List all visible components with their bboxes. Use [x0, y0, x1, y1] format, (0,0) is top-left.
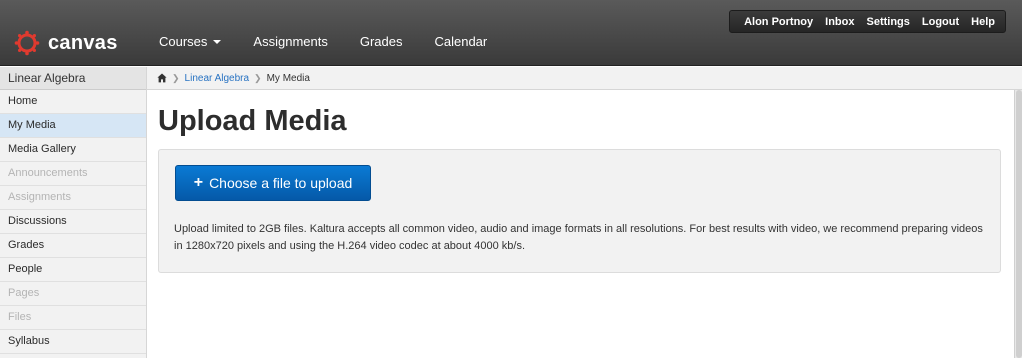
inbox-link[interactable]: Inbox: [825, 16, 854, 28]
menu-calendar[interactable]: Calendar: [434, 34, 487, 49]
plus-icon: +: [193, 174, 204, 191]
sidebar-item-files: Files: [0, 306, 146, 330]
canvas-logo-icon: [14, 30, 40, 56]
sidebar-item-grades[interactable]: Grades: [0, 234, 146, 258]
sidebar-item-assignments: Assignments: [0, 186, 146, 210]
breadcrumb-course-link[interactable]: Linear Algebra: [185, 73, 250, 84]
course-title[interactable]: Linear Algebra: [0, 67, 146, 90]
menu-grades[interactable]: Grades: [360, 34, 403, 49]
sidebar-item-pages: Pages: [0, 282, 146, 306]
sidebar-item-media-gallery[interactable]: Media Gallery: [0, 138, 146, 162]
breadcrumb-current: My Media: [266, 72, 310, 84]
menu-courses[interactable]: Courses: [159, 34, 222, 49]
page-title: Upload Media: [158, 105, 347, 137]
choose-file-button[interactable]: + Choose a file to upload: [175, 165, 371, 201]
course-sidebar: Linear Algebra Home My Media Media Gallery…: [0, 67, 147, 358]
chevron-right-icon: ❯: [254, 72, 262, 83]
upload-panel: + Choose a file to upload Upload limited…: [158, 149, 1001, 273]
sidebar-item-my-media[interactable]: My Media: [0, 114, 146, 138]
canvas-logo[interactable]: canvas: [14, 30, 118, 56]
breadcrumb: ❯ Linear Algebra ❯ My Media: [147, 67, 1022, 90]
choose-file-label: Choose a file to upload: [209, 175, 353, 191]
sidebar-item-syllabus[interactable]: Syllabus: [0, 330, 146, 354]
sidebar-item-people[interactable]: People: [0, 258, 146, 282]
logo-text: canvas: [48, 31, 118, 54]
chevron-right-icon: ❯: [172, 72, 180, 83]
settings-link[interactable]: Settings: [866, 16, 909, 28]
logout-link[interactable]: Logout: [922, 16, 959, 28]
home-icon[interactable]: [157, 73, 167, 83]
page-scrollbar[interactable]: [1014, 90, 1022, 358]
user-name-link[interactable]: Alon Portnoy: [744, 16, 813, 28]
main-menu: Courses Assignments Grades Calendar: [159, 34, 519, 49]
sidebar-item-discussions[interactable]: Discussions: [0, 210, 146, 234]
menu-assignments[interactable]: Assignments: [253, 34, 327, 49]
course-nav: Home My Media Media Gallery Announcements As…: [0, 90, 146, 354]
global-header: Alon Portnoy Inbox Settings Logout Help …: [0, 0, 1022, 66]
menu-courses-label: Courses: [159, 34, 208, 49]
identity-bar: Alon Portnoy Inbox Settings Logout Help: [729, 10, 1006, 33]
chevron-down-icon: [213, 39, 222, 44]
sidebar-item-announcements: Announcements: [0, 162, 146, 186]
upload-instructions: Upload limited to 2GB files. Kaltura acc…: [174, 223, 983, 252]
scrollbar-thumb[interactable]: [1016, 90, 1022, 358]
sidebar-item-home[interactable]: Home: [0, 90, 146, 114]
help-link[interactable]: Help: [971, 16, 995, 28]
